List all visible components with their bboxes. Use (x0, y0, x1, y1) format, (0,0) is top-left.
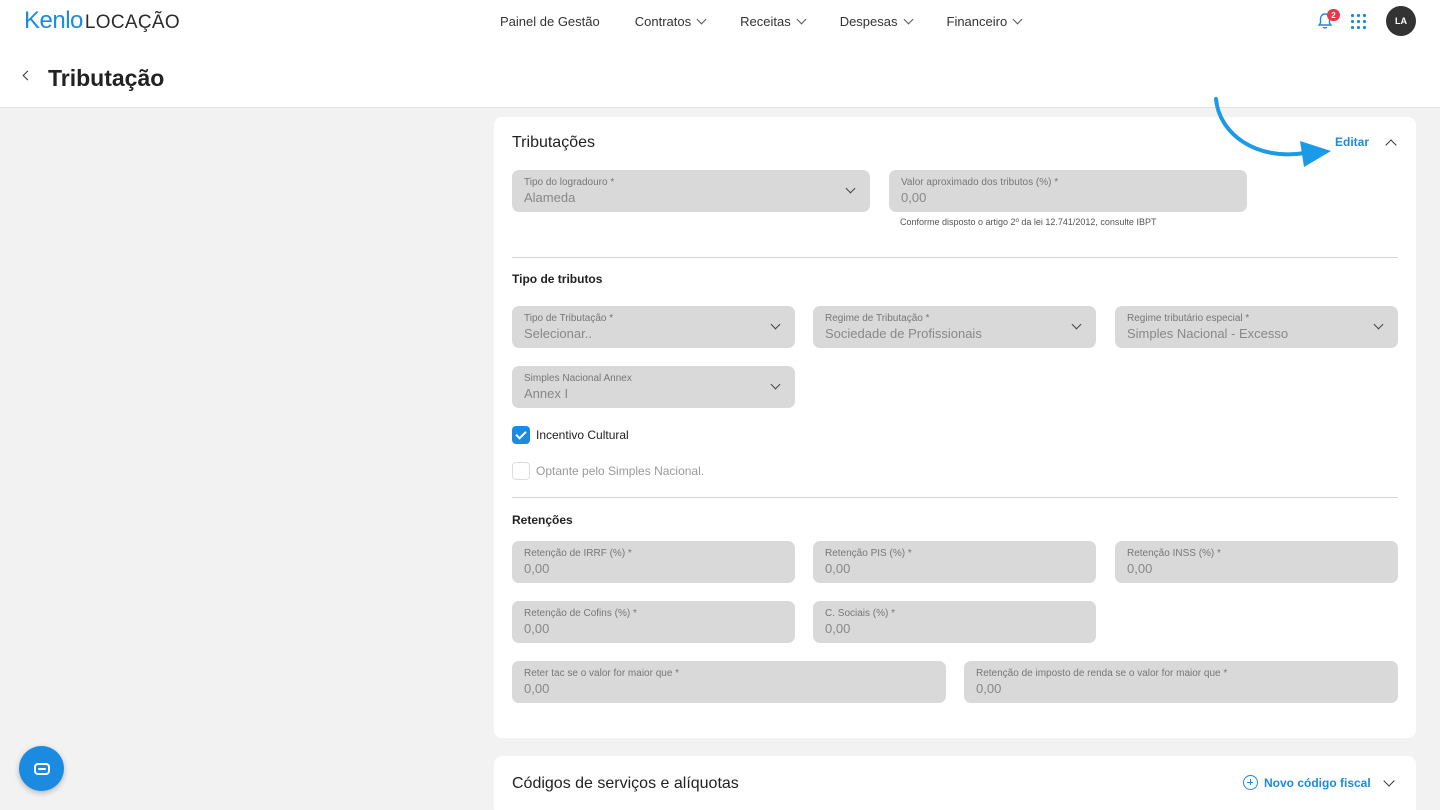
top-navbar: Kenlo LOCAÇÃO Painel de Gestão Contratos… (0, 0, 1440, 44)
optante-simples-checkbox[interactable]: Optante pelo Simples Nacional. (512, 462, 704, 480)
field-label: Reter tac se o valor for maior que * (524, 668, 680, 679)
field-value: 0,00 (524, 681, 550, 696)
kenlo-logo[interactable]: Kenlo LOCAÇÃO (24, 7, 180, 35)
simples-annex-select[interactable]: Simples Nacional Annex Annex I (512, 366, 795, 408)
logo-product: LOCAÇÃO (84, 12, 180, 33)
back-chevron-icon[interactable] (22, 70, 33, 81)
nav-label: Despesas (839, 14, 898, 29)
nav-despesas[interactable]: Despesas (839, 14, 913, 29)
field-label: Retenção INSS (%) * (1127, 548, 1221, 559)
chat-button[interactable] (19, 746, 64, 791)
field-label: Simples Nacional Annex (524, 373, 632, 384)
checkbox-label: Optante pelo Simples Nacional. (536, 464, 705, 478)
apps-grid-icon[interactable] (1351, 14, 1366, 29)
section-title-retencoes: Retenções (512, 513, 573, 527)
field-label: Tipo do logradouro * (524, 177, 615, 188)
retencao-irrf-input[interactable]: Retenção de IRRF (%) * 0,00 (512, 541, 795, 583)
user-avatar[interactable]: LA (1386, 6, 1416, 36)
chat-bubble-icon (33, 762, 50, 775)
chevron-down-icon (770, 319, 781, 330)
chevron-down-icon (770, 379, 781, 390)
nav-label: Receitas (740, 14, 791, 29)
checkbox-checked-icon[interactable] (512, 426, 530, 444)
field-label: Retenção de IRRF (%) * (524, 548, 632, 559)
divider (512, 497, 1398, 498)
chevron-down-icon (845, 183, 856, 194)
field-label: Regime tributário especial * (1127, 313, 1250, 324)
nav-painel-gestao[interactable]: Painel de Gestão (500, 14, 600, 29)
field-label: Retenção de imposto de renda se o valor … (976, 668, 1228, 679)
chevron-down-icon (1373, 319, 1384, 330)
logo-brand: Kenlo (24, 7, 83, 34)
valor-aproximado-input[interactable]: Valor aproximado dos tributos (%) * 0,00 (889, 170, 1247, 212)
chevron-down-icon (903, 14, 913, 25)
field-value: 0,00 (901, 190, 927, 205)
nav-receitas[interactable]: Receitas (740, 14, 807, 29)
field-label: Retenção de Cofins (%) * (524, 608, 637, 619)
field-label: C. Sociais (%) * (825, 608, 896, 619)
field-value: Simples Nacional - Excesso (1127, 326, 1289, 341)
tipo-logradouro-select[interactable]: Tipo do logradouro * Alameda (512, 170, 870, 212)
collapse-chevron-icon[interactable] (1385, 139, 1397, 151)
c-sociais-input[interactable]: C. Sociais (%) * 0,00 (813, 601, 1096, 643)
retencao-pis-input[interactable]: Retenção PIS (%) * 0,00 (813, 541, 1096, 583)
nav-contratos[interactable]: Contratos (634, 14, 707, 29)
card-title: Tributações (512, 134, 595, 151)
chevron-down-icon (1012, 14, 1023, 25)
notification-badge: 2 (1327, 9, 1340, 21)
field-value: 0,00 (825, 621, 851, 636)
regime-tributacao-select[interactable]: Regime de Tributação * Sociedade de Prof… (813, 306, 1096, 348)
tributacoes-card: Tributações Editar Tipo do logradouro * … (494, 117, 1416, 738)
main-nav: Painel de Gestão Contratos Receitas Desp… (500, 14, 1056, 29)
retencao-inss-input[interactable]: Retenção INSS (%) * 0,00 (1115, 541, 1398, 583)
tipo-tributacao-select[interactable]: Tipo de Tributação * Selecionar.. (512, 306, 795, 348)
card-title: Códigos de serviços e alíquotas (512, 775, 739, 792)
field-value: Alameda (524, 190, 576, 205)
codigos-card: Códigos de serviços e alíquotas Novo cód… (494, 756, 1416, 810)
novo-codigo-fiscal-button[interactable]: Novo código fiscal (1243, 775, 1371, 790)
valor-hint: Conforme disposto o artigo 2º da lei 12.… (900, 217, 1157, 227)
field-value: Sociedade de Profissionais (825, 326, 982, 341)
field-label: Retenção PIS (%) * (825, 548, 912, 559)
field-value: Selecionar.. (524, 326, 592, 341)
retencao-ir-input[interactable]: Retenção de imposto de renda se o valor … (964, 661, 1398, 703)
checkbox-label: Incentivo Cultural (536, 428, 629, 442)
field-value: 0,00 (524, 561, 550, 576)
field-value: 0,00 (825, 561, 851, 576)
section-title-tipo-tributos: Tipo de tributos (512, 272, 603, 286)
incentivo-cultural-checkbox[interactable]: Incentivo Cultural (512, 426, 629, 444)
nav-label: Painel de Gestão (500, 14, 600, 29)
field-label: Tipo de Tributação * (524, 313, 614, 324)
button-label: Novo código fiscal (1264, 775, 1371, 790)
nav-label: Contratos (634, 14, 692, 29)
field-value: 0,00 (976, 681, 1002, 696)
reter-tac-input[interactable]: Reter tac se o valor for maior que * 0,0… (512, 661, 946, 703)
field-value: 0,00 (524, 621, 550, 636)
nav-label: Financeiro (946, 14, 1008, 29)
expand-chevron-icon[interactable] (1383, 775, 1395, 787)
nav-financeiro[interactable]: Financeiro (946, 14, 1023, 29)
regime-especial-select[interactable]: Regime tributário especial * Simples Nac… (1115, 306, 1398, 348)
field-value: Annex I (524, 386, 569, 401)
annotation-arrow-icon (1214, 97, 1331, 167)
retencao-cofins-input[interactable]: Retenção de Cofins (%) * 0,00 (512, 601, 795, 643)
plus-circle-icon (1243, 775, 1258, 790)
chevron-down-icon (1071, 319, 1082, 330)
checkbox-unchecked-icon[interactable] (512, 462, 530, 480)
chevron-down-icon (696, 14, 707, 25)
field-value: 0,00 (1127, 561, 1153, 576)
chevron-down-icon (796, 14, 807, 25)
page-title: Tributação (48, 65, 165, 91)
divider (512, 257, 1398, 258)
field-label: Valor aproximado dos tributos (%) * (901, 177, 1059, 188)
field-label: Regime de Tributação * (825, 313, 930, 324)
